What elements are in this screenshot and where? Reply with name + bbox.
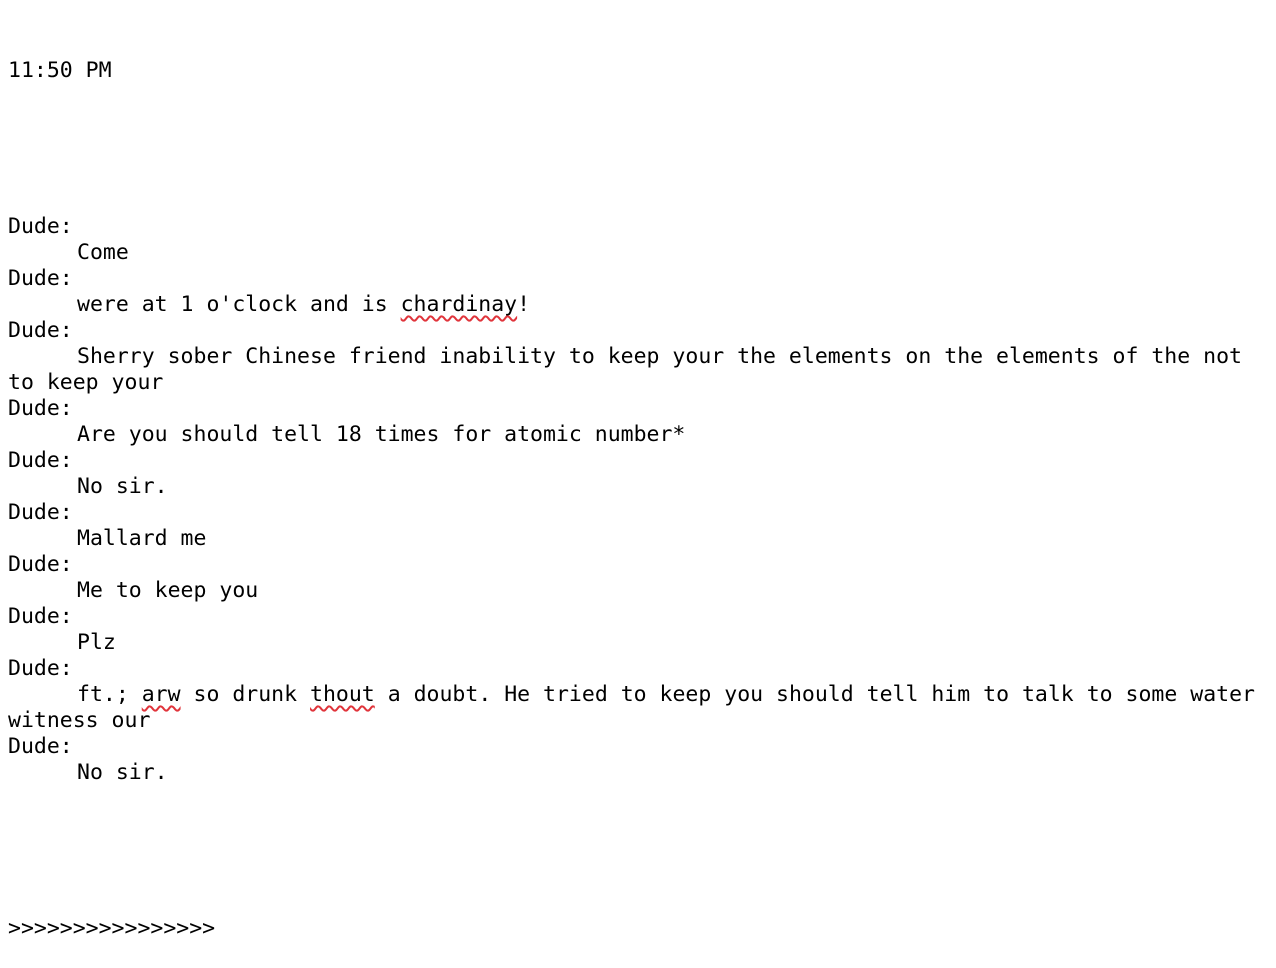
message-segment: Are you should tell 18 times for atomic … — [77, 422, 686, 447]
message-segment: ft.; — [77, 682, 142, 707]
message-segment: Me to keep you — [77, 578, 259, 603]
message-speaker: Dude: — [8, 734, 73, 759]
chat-transcript-document[interactable]: 11:50 PM Dude: Come Dude: were at 1 o'clock… — [0, 0, 1276, 968]
message-segment: Mallard me — [77, 526, 207, 551]
message-speaker: Dude: — [8, 318, 73, 343]
message-text: Are you should tell 18 times for atomic … — [8, 422, 1276, 448]
message-segment: No sir. — [77, 760, 168, 785]
timestamp: 11:50 PM — [8, 58, 112, 83]
message-speaker: Dude: — [8, 214, 73, 239]
message-segment: Come — [77, 240, 129, 265]
message-segment: Sherry sober Chinese friend inability to… — [8, 344, 1255, 395]
message-text: No sir. — [8, 760, 1276, 786]
message-speaker: Dude: — [8, 500, 73, 525]
message-segment: ! — [517, 292, 531, 317]
message-text: Me to keep you — [8, 578, 1276, 604]
message-list: Dude: Come Dude: were at 1 o'clock and is c… — [8, 214, 1276, 786]
message-speaker: Dude: — [8, 656, 73, 681]
misspelled-word: thout — [310, 682, 375, 707]
message-speaker: Dude: — [8, 604, 73, 629]
message-segment: Plz — [77, 630, 116, 655]
misspelled-word: chardinay — [400, 292, 518, 317]
message-speaker: Dude: — [8, 448, 73, 473]
message-segment: so drunk — [180, 682, 311, 707]
footer-separator: >>>>>>>>>>>>>>>> — [8, 916, 216, 941]
message-speaker: Dude: — [8, 266, 73, 291]
message-text: No sir. — [8, 474, 1276, 500]
message-text: Come — [8, 240, 1276, 266]
message-text: Sherry sober Chinese friend inability to… — [8, 344, 1276, 396]
message-text: Plz — [8, 630, 1276, 656]
misspelled-word: arw — [141, 682, 181, 707]
message-speaker: Dude: — [8, 396, 73, 421]
message-speaker: Dude: — [8, 552, 73, 577]
message-segment: No sir. — [77, 474, 168, 499]
message-text: Mallard me — [8, 526, 1276, 552]
message-text: were at 1 o'clock and is chardinay! — [8, 292, 1276, 318]
message-segment: were at 1 o'clock and is — [77, 292, 401, 317]
